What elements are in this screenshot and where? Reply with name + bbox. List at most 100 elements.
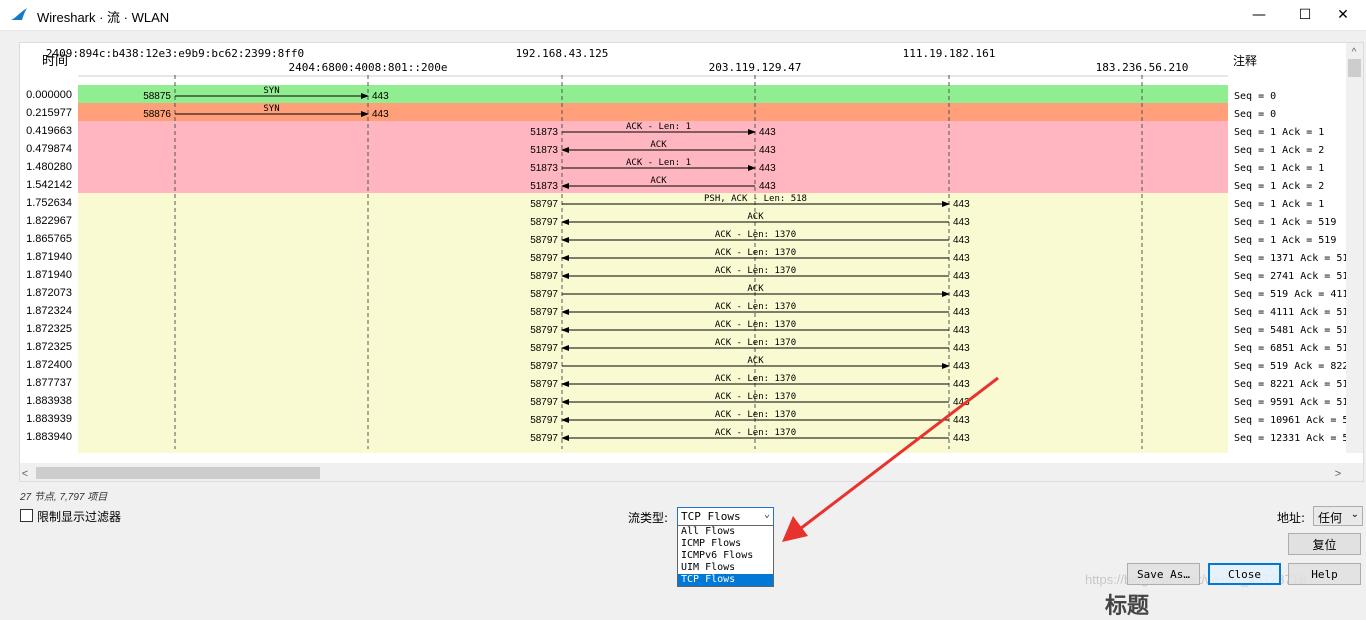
scroll-up-icon: ^	[1352, 47, 1357, 58]
chevron-down-icon: ⌄	[1350, 509, 1359, 520]
source-port: 58797	[530, 217, 558, 228]
packet-time: 1.752634	[26, 197, 72, 209]
flow-type-option-icmpv6[interactable]: ICMPv6 Flows	[678, 550, 773, 562]
destination-port: 443	[372, 91, 389, 102]
source-port: 51873	[530, 127, 558, 138]
comment-column-header: 注释	[1233, 53, 1257, 68]
flow-band-tail	[78, 445, 1228, 453]
packet-time: 0.000000	[26, 89, 72, 101]
minimize-button[interactable]: —	[1236, 0, 1282, 30]
packet-comment: Seq = 12331 Ack = 519	[1234, 433, 1360, 444]
flow-row-band[interactable]	[78, 319, 1228, 337]
destination-port: 443	[953, 397, 970, 408]
destination-port: 443	[759, 145, 776, 156]
source-port: 58797	[530, 325, 558, 336]
flow-graph[interactable]: 时间 注释2409:894c:b438:12e3:e9b9:bc62:2399:8…	[20, 43, 1364, 482]
flow-type-option-icmp[interactable]: ICMP Flows	[678, 538, 773, 550]
packet-time: 1.883939	[26, 413, 72, 425]
flow-row-band[interactable]	[78, 211, 1228, 229]
flow-row-band[interactable]	[78, 229, 1228, 247]
packet-time: 0.419663	[26, 125, 72, 137]
source-port: 58797	[530, 253, 558, 264]
flow-type-value: TCP Flows	[681, 510, 741, 523]
address-label: 地址:	[1277, 511, 1306, 525]
flow-row-band[interactable]	[78, 283, 1228, 301]
flow-arrow-label: SYN	[263, 86, 279, 96]
source-port: 58876	[143, 109, 171, 120]
limit-display-filter-label[interactable]: 限制显示过滤器	[37, 508, 121, 525]
close-window-button[interactable]: ✕	[1320, 0, 1366, 30]
destination-port: 443	[953, 253, 970, 264]
vertical-scrollbar[interactable]	[1346, 43, 1363, 453]
save-as-button[interactable]: Save As…	[1127, 563, 1200, 585]
address-select[interactable]: 任何 ⌄	[1313, 506, 1363, 526]
packet-comment: Seq = 1371 Ack = 519	[1234, 253, 1354, 264]
flow-type-option-all[interactable]: All Flows	[678, 526, 773, 538]
destination-port: 443	[759, 163, 776, 174]
help-button[interactable]: Help	[1288, 563, 1361, 585]
packet-time: 1.872325	[26, 341, 72, 353]
flow-row-band[interactable]	[78, 409, 1228, 427]
packet-time: 0.479874	[26, 143, 72, 155]
packet-time: 1.872073	[26, 287, 72, 299]
destination-port: 443	[953, 379, 970, 390]
close-icon: ✕	[1337, 7, 1349, 23]
packet-time: 1.872325	[26, 323, 72, 335]
flow-row-band[interactable]	[78, 103, 1228, 121]
source-port: 58797	[530, 271, 558, 282]
packet-comment: Seq = 9591 Ack = 519	[1234, 397, 1354, 408]
source-port: 58797	[530, 199, 558, 210]
source-port: 51873	[530, 145, 558, 156]
destination-port: 443	[372, 109, 389, 120]
flow-row-band[interactable]	[78, 355, 1228, 373]
packet-comment: Seq = 1 Ack = 1	[1234, 127, 1324, 138]
flow-row-band[interactable]	[78, 193, 1228, 211]
host-address-3: 203.119.129.47	[709, 61, 802, 74]
source-port: 58797	[530, 307, 558, 318]
flow-row-band[interactable]	[78, 337, 1228, 355]
packet-comment: Seq = 0	[1234, 91, 1276, 102]
flow-type-option-tcp[interactable]: TCP Flows	[678, 574, 773, 586]
destination-port: 443	[953, 415, 970, 426]
packet-time: 1.872400	[26, 359, 72, 371]
host-address-0: 2409:894c:b438:12e3:e9b9:bc62:2399:8ff0	[46, 47, 304, 60]
packet-comment: Seq = 0	[1234, 109, 1276, 120]
flow-arrow-label: ACK - Len: 1370	[715, 374, 796, 384]
flow-graph-panel[interactable]: 时间 注释 2409:894c:b438:12e3:e9b9:bc62:2399:8…	[19, 42, 1364, 482]
horizontal-scrollbar-thumb[interactable]	[36, 467, 320, 479]
close-button[interactable]: Close	[1208, 563, 1281, 585]
limit-display-filter-checkbox[interactable]	[20, 509, 33, 522]
flow-row-band[interactable]	[78, 301, 1228, 319]
packet-time: 1.822967	[26, 215, 72, 227]
title-bar: Wireshark · 流 · WLAN — ☐ ✕	[0, 0, 1366, 31]
flow-type-select[interactable]: TCP Flows ⌄	[677, 507, 774, 526]
flow-type-option-uim[interactable]: UIM Flows	[678, 562, 773, 574]
flow-row-band[interactable]	[78, 373, 1228, 391]
flow-arrow-label: ACK - Len: 1370	[715, 302, 796, 312]
vertical-scrollbar-thumb[interactable]	[1348, 59, 1361, 77]
packet-comment: Seq = 1 Ack = 1	[1234, 199, 1324, 210]
source-port: 58797	[530, 397, 558, 408]
flow-type-label: 流类型:	[628, 511, 669, 525]
flow-row-band[interactable]	[78, 391, 1228, 409]
flow-row-band[interactable]	[78, 427, 1228, 445]
minimize-icon: —	[1252, 7, 1266, 23]
flow-arrow-label: ACK - Len: 1370	[715, 320, 796, 330]
packet-time: 1.542142	[26, 179, 72, 191]
flow-row-band[interactable]	[78, 85, 1228, 103]
packet-time: 1.883940	[26, 431, 72, 443]
source-port: 51873	[530, 163, 558, 174]
source-port: 51873	[530, 181, 558, 192]
flow-row-band[interactable]	[78, 247, 1228, 265]
flow-type-dropdown[interactable]: All Flows ICMP Flows ICMPv6 Flows UIM Fl…	[677, 525, 774, 587]
source-port: 58797	[530, 289, 558, 300]
destination-port: 443	[759, 181, 776, 192]
flow-arrow-label: ACK	[747, 356, 764, 366]
flow-row-band[interactable]	[78, 265, 1228, 283]
destination-port: 443	[953, 361, 970, 372]
address-value: 任何	[1318, 511, 1343, 525]
packet-comment: Seq = 2741 Ack = 519	[1234, 271, 1354, 282]
reset-button[interactable]: 复位	[1288, 533, 1361, 555]
destination-port: 443	[953, 199, 970, 210]
packet-comment: Seq = 6851 Ack = 519	[1234, 343, 1354, 354]
